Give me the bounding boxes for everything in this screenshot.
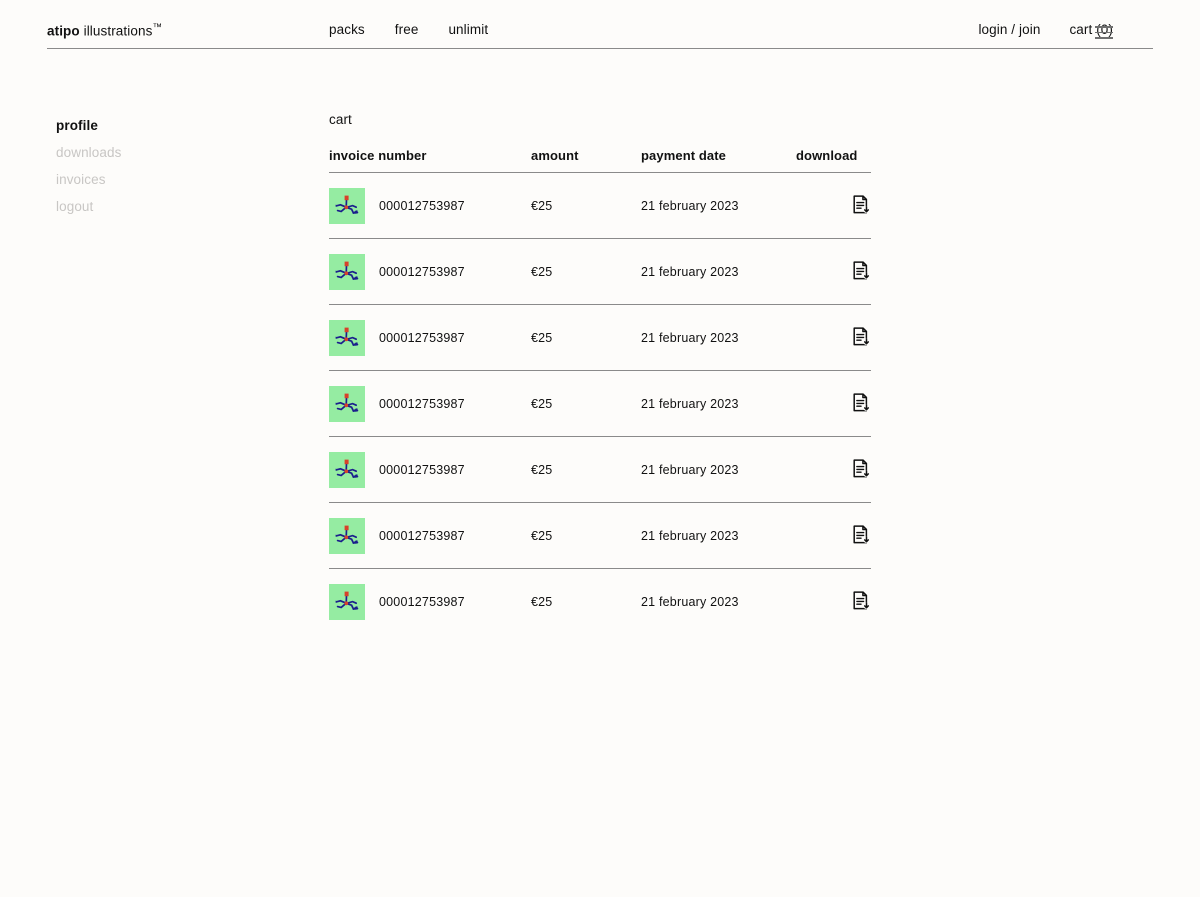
document-download-icon[interactable] (853, 525, 870, 544)
column-header-payment-date: payment date (641, 148, 796, 173)
document-download-icon[interactable] (853, 591, 870, 610)
invoice-number-text: 000012753987 (379, 463, 465, 477)
main-content: cart invoice number amount payment date … (329, 112, 871, 635)
cell-amount: €25 (531, 437, 641, 503)
brand-subtitle: illustrations (80, 24, 153, 39)
cell-payment-date: 21 february 2023 (641, 569, 796, 635)
cell-download (796, 569, 871, 635)
table-row[interactable]: 000012753987 €25 21 february 2023 (329, 173, 871, 239)
cell-amount: €25 (531, 503, 641, 569)
document-download-icon[interactable] (853, 261, 870, 280)
trademark-mark: ™ (152, 22, 162, 33)
brand-logo[interactable]: atipo illustrations™ (47, 22, 162, 39)
document-download-icon[interactable] (853, 327, 870, 346)
column-header-invoice-number: invoice number (329, 148, 531, 173)
table-header: invoice number amount payment date downl… (329, 148, 871, 173)
column-header-download: download (796, 148, 871, 173)
page-title: cart (329, 112, 871, 127)
login-join-link[interactable]: login / join (978, 22, 1040, 37)
sidebar-item-downloads[interactable]: downloads (56, 139, 256, 166)
cell-download (796, 173, 871, 239)
cell-download (796, 371, 871, 437)
cell-invoice-number: 000012753987 (329, 503, 531, 569)
sidebar-item-invoices[interactable]: invoices (56, 166, 256, 193)
cell-invoice-number: 000012753987 (329, 437, 531, 503)
cell-payment-date: 21 february 2023 (641, 503, 796, 569)
cell-amount: €25 (531, 569, 641, 635)
invoice-number-text: 000012753987 (379, 265, 465, 279)
cell-invoice-number: 000012753987 (329, 371, 531, 437)
nav-item-unlimit[interactable]: unlimit (448, 22, 488, 37)
table-body: 000012753987 €25 21 february 2023 (329, 173, 871, 635)
cell-payment-date: 21 february 2023 (641, 437, 796, 503)
cell-invoice-number: 000012753987 (329, 173, 531, 239)
cell-download (796, 503, 871, 569)
illustration-thumbnail[interactable] (329, 254, 365, 290)
illustration-thumbnail[interactable] (329, 452, 365, 488)
cell-download (796, 437, 871, 503)
table-row[interactable]: 000012753987 €25 21 february 2023 (329, 569, 871, 635)
table-row[interactable]: 000012753987 €25 21 february 2023 (329, 437, 871, 503)
invoice-number-text: 000012753987 (379, 331, 465, 345)
illustration-thumbnail[interactable] (329, 188, 365, 224)
table-header-row: invoice number amount payment date downl… (329, 148, 871, 173)
invoice-number-text: 000012753987 (379, 595, 465, 609)
table-row[interactable]: 000012753987 €25 21 february 2023 (329, 305, 871, 371)
cell-invoice-number: 000012753987 (329, 569, 531, 635)
cell-amount: €25 (531, 239, 641, 305)
cell-download (796, 305, 871, 371)
primary-nav: packs free unlimit (329, 22, 488, 37)
hamburger-line (1095, 26, 1113, 28)
cell-invoice-number: 000012753987 (329, 239, 531, 305)
cell-payment-date: 21 february 2023 (641, 371, 796, 437)
cell-amount: €25 (531, 305, 641, 371)
cell-payment-date: 21 february 2023 (641, 239, 796, 305)
column-header-amount: amount (531, 148, 641, 173)
sidebar-item-logout[interactable]: logout (56, 193, 256, 220)
account-sidebar: profile downloads invoices logout (56, 112, 256, 220)
top-header: atipo illustrations™ packs free unlimit … (47, 22, 1153, 49)
illustration-thumbnail[interactable] (329, 584, 365, 620)
user-nav: login / join cart (0) (978, 22, 1113, 37)
cell-download (796, 239, 871, 305)
document-download-icon[interactable] (853, 459, 870, 478)
document-download-icon[interactable] (853, 393, 870, 412)
cell-amount: €25 (531, 371, 641, 437)
hamburger-icon[interactable] (1095, 26, 1113, 39)
invoice-number-text: 000012753987 (379, 397, 465, 411)
invoice-number-text: 000012753987 (379, 529, 465, 543)
cell-payment-date: 21 february 2023 (641, 305, 796, 371)
table-row[interactable]: 000012753987 €25 21 february 2023 (329, 371, 871, 437)
illustration-thumbnail[interactable] (329, 386, 365, 422)
illustration-thumbnail[interactable] (329, 320, 365, 356)
invoices-table: invoice number amount payment date downl… (329, 148, 871, 635)
hamburger-line (1095, 32, 1113, 34)
brand-name: atipo (47, 24, 80, 39)
table-row[interactable]: 000012753987 €25 21 february 2023 (329, 239, 871, 305)
nav-item-packs[interactable]: packs (329, 22, 365, 37)
cell-invoice-number: 000012753987 (329, 305, 531, 371)
cell-amount: €25 (531, 173, 641, 239)
cell-payment-date: 21 february 2023 (641, 173, 796, 239)
document-download-icon[interactable] (853, 195, 870, 214)
nav-item-free[interactable]: free (395, 22, 419, 37)
hamburger-line (1095, 37, 1113, 39)
illustration-thumbnail[interactable] (329, 518, 365, 554)
invoice-number-text: 000012753987 (379, 199, 465, 213)
sidebar-item-profile[interactable]: profile (56, 112, 256, 139)
table-row[interactable]: 000012753987 €25 21 february 2023 (329, 503, 871, 569)
